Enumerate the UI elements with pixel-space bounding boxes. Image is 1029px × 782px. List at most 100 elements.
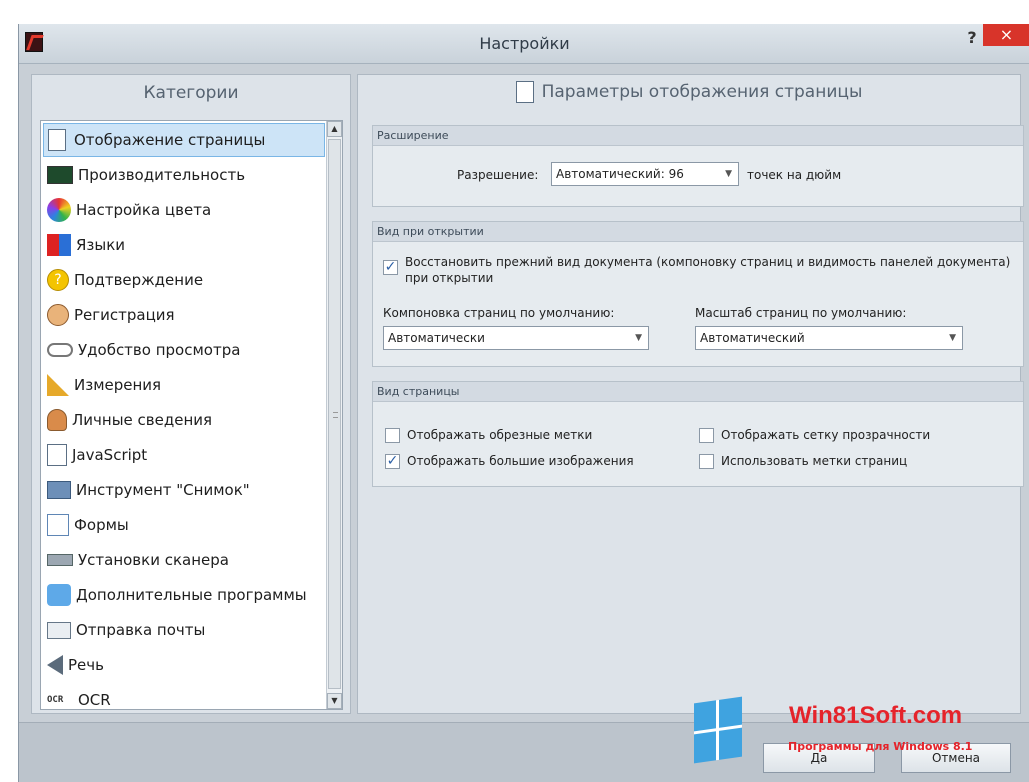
color-wheel-icon [47, 198, 71, 222]
crop-marks-checkbox[interactable] [385, 428, 400, 443]
category-item-ocr[interactable]: OCR OCR [47, 683, 111, 709]
page-labels-label: Использовать метки страниц [721, 454, 908, 468]
category-label: Отправка почты [76, 621, 206, 639]
category-label: OCR [78, 691, 111, 709]
category-label: Личные сведения [72, 411, 213, 429]
category-item-scanner[interactable]: Установки сканера [47, 543, 229, 577]
layout-default-label: Компоновка страниц по умолчанию: [383, 306, 615, 320]
layout-default-select[interactable]: Автоматически ▼ [383, 326, 649, 350]
categories-scrollbar[interactable]: ▲ ▼ [326, 121, 342, 709]
addons-icon [47, 584, 71, 606]
user-registration-icon [47, 304, 69, 326]
camera-icon [47, 481, 71, 499]
category-item-languages[interactable]: Языки [47, 228, 125, 262]
restore-view-checkbox[interactable]: ✓ [383, 260, 398, 275]
page-icon [48, 129, 66, 151]
scroll-down-arrow-icon[interactable]: ▼ [327, 693, 342, 709]
chevron-down-icon: ▼ [949, 333, 956, 343]
category-label: JavaScript [72, 446, 148, 464]
title-bar: Настройки ? × [19, 24, 1029, 64]
settings-header: Параметры отображения страницы [358, 81, 1020, 103]
category-label: Формы [74, 516, 129, 534]
resolution-value: Автоматический: 96 [556, 167, 684, 181]
windows-logo-icon [694, 696, 742, 764]
performance-icon [47, 166, 73, 184]
zoom-default-select[interactable]: Автоматический ▼ [695, 326, 963, 350]
crop-marks-label: Отображать обрезные метки [407, 428, 593, 442]
transparency-grid-label: Отображать сетку прозрачности [721, 428, 931, 442]
category-item-color[interactable]: Настройка цвета [47, 193, 211, 227]
category-label: Установки сканера [78, 551, 229, 569]
category-label: Речь [68, 656, 104, 674]
category-item-addons[interactable]: Дополнительные программы [47, 578, 307, 612]
ruler-icon [47, 374, 69, 396]
category-label: Дополнительные программы [76, 586, 307, 604]
group-title: Вид при открытии [373, 222, 1023, 242]
category-label: Измерения [74, 376, 162, 394]
page-icon [515, 81, 534, 103]
category-item-send-mail[interactable]: Отправка почты [47, 613, 205, 647]
mail-icon [47, 621, 71, 639]
resolution-label: Разрешение: [457, 168, 539, 182]
zoom-default-value: Автоматический [700, 331, 805, 345]
speaker-icon [47, 655, 63, 675]
category-item-snapshot-tool[interactable]: Инструмент "Снимок" [47, 473, 250, 507]
settings-panel: Параметры отображения страницы Расширени… [357, 74, 1024, 714]
category-label: Производительность [78, 166, 246, 184]
layout-default-value: Автоматически [388, 331, 485, 345]
chevron-down-icon: ▼ [635, 333, 642, 343]
glasses-icon [47, 343, 73, 357]
group-page-view: Вид страницы Отображать обрезные метки О… [372, 381, 1024, 487]
ocr-icon: OCR [47, 695, 64, 705]
transparency-grid-checkbox[interactable] [699, 428, 714, 443]
settings-title: Параметры отображения страницы [541, 82, 863, 102]
page-labels-checkbox[interactable] [699, 454, 714, 469]
question-icon: ? [47, 269, 69, 291]
window-title: Настройки [479, 34, 570, 53]
group-title: Расширение [373, 126, 1023, 146]
javascript-icon [47, 444, 67, 466]
category-label: Отображение страницы [74, 131, 266, 149]
resolution-unit-label: точек на дюйм [747, 168, 842, 182]
group-open-view: Вид при открытии ✓ Восстановить прежний … [372, 221, 1024, 367]
scroll-thumb[interactable] [328, 139, 341, 689]
large-images-checkbox[interactable]: ✓ [385, 454, 400, 469]
restore-view-label: Восстановить прежний вид документа (комп… [405, 255, 1011, 285]
categories-list: Отображение страницы Производительность … [40, 120, 343, 710]
forms-icon [47, 514, 69, 536]
category-item-viewing-comfort[interactable]: Удобство просмотра [47, 333, 240, 367]
category-item-page-display[interactable]: Отображение страницы [43, 123, 325, 157]
group-extension: Расширение Разрешение: Автоматический: 9… [372, 125, 1024, 207]
watermark-title: Win81Soft.com [789, 702, 963, 729]
help-button[interactable]: ? [963, 28, 981, 50]
category-item-measurements[interactable]: Измерения [47, 368, 161, 402]
category-item-speech[interactable]: Речь [47, 648, 104, 682]
category-label: Языки [76, 236, 126, 254]
category-label: Настройка цвета [76, 201, 212, 219]
category-item-personal-info[interactable]: Личные сведения [47, 403, 212, 437]
category-label: Подтверждение [74, 271, 204, 289]
category-item-forms[interactable]: Формы [47, 508, 129, 542]
resolution-select[interactable]: Автоматический: 96 ▼ [551, 162, 739, 186]
category-label: Удобство просмотра [78, 341, 241, 359]
category-label: Инструмент "Снимок" [76, 481, 250, 499]
category-item-confirmation[interactable]: ? Подтверждение [47, 263, 203, 297]
category-item-performance[interactable]: Производительность [47, 158, 245, 192]
scroll-grip-icon [333, 412, 338, 418]
category-item-registration[interactable]: Регистрация [47, 298, 175, 332]
settings-window: Настройки ? × Категории Отображение стра… [18, 24, 1029, 782]
zoom-default-label: Масштаб страниц по умолчанию: [695, 306, 907, 320]
scanner-icon [47, 554, 73, 566]
category-item-javascript[interactable]: JavaScript [47, 438, 147, 472]
category-label: Регистрация [74, 306, 175, 324]
close-button[interactable]: × [983, 24, 1029, 46]
large-images-label: Отображать большие изображения [407, 454, 634, 468]
watermark: Win81Soft.com Программы для Windows 8.1 [684, 680, 1024, 780]
watermark-subtitle: Программы для Windows 8.1 [788, 740, 973, 753]
person-icon [47, 409, 67, 431]
scroll-up-arrow-icon[interactable]: ▲ [327, 121, 342, 137]
categories-panel: Категории Отображение страницы Производи… [31, 74, 351, 714]
categories-header: Категории [143, 83, 239, 103]
languages-icon [47, 234, 71, 256]
group-title: Вид страницы [373, 382, 1023, 402]
